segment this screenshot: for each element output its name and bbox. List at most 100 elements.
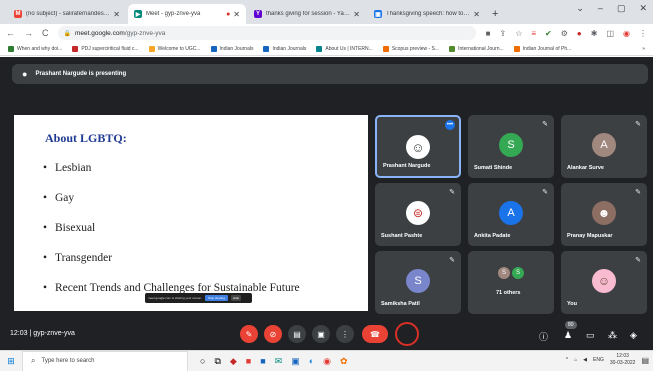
bookmark[interactable]: PDJ superciritical fluid c...: [72, 45, 139, 52]
bookmark[interactable]: Indian Journals: [210, 45, 253, 52]
bookmark-icon: [449, 45, 456, 52]
participant-tile[interactable]: ✎ ⊜ Sushant Pashte: [375, 183, 461, 246]
tab-strip: M (no subject) - salirafernandes21 ✕ ▶ M…: [0, 0, 653, 24]
present-button[interactable]: ▣: [312, 325, 330, 343]
bookmark[interactable]: Welcome to UGC...: [148, 45, 201, 52]
app-icon[interactable]: ■: [246, 356, 251, 367]
participant-tile[interactable]: ✎ S Sumati Shinde: [468, 115, 554, 178]
close-icon[interactable]: ✕: [473, 10, 480, 19]
avatar: A: [499, 201, 523, 225]
self-tile[interactable]: ✎ ☺ You: [561, 251, 647, 314]
tray-chevron-icon[interactable]: ^: [566, 357, 568, 363]
bookmark[interactable]: International Journ...: [449, 45, 504, 52]
more-options-icon[interactable]: •••: [445, 120, 455, 130]
chat-icon[interactable]: ▭: [586, 330, 595, 341]
tab-title: Thanksgiving speech: how to pr: [386, 11, 471, 17]
system-tray: ^ ⌂ ◀ ENG 12:03 30-03-2022 ▤: [566, 353, 649, 367]
taskbar-search[interactable]: ⌕ Type here to search: [22, 350, 188, 371]
maximize-icon[interactable]: ▢: [617, 3, 626, 14]
mic-off-button[interactable]: ✎: [240, 325, 258, 343]
leave-call-button[interactable]: ☎: [362, 325, 388, 343]
star-icon[interactable]: ☆: [515, 29, 522, 38]
bookmark[interactable]: Scopus preview - S...: [382, 45, 439, 52]
task-view-icon[interactable]: ⧉: [214, 356, 220, 367]
host-controls-icon[interactable]: ◈: [630, 330, 637, 341]
address-bar[interactable]: 🔒 meet.google.com/gyp-znve-yva: [57, 26, 476, 40]
activities-icon[interactable]: ⁂: [608, 330, 617, 341]
slide-title: About LGBTQ:: [45, 131, 127, 145]
sidepanel-icon[interactable]: ◫: [606, 29, 614, 38]
new-tab-button[interactable]: +: [492, 4, 498, 24]
people-icon[interactable]: ♟: [564, 330, 572, 341]
chrome-icon[interactable]: ◉: [323, 356, 331, 367]
others-tile[interactable]: S S 71 others: [468, 251, 554, 314]
bookmark[interactable]: When and why doi...: [8, 45, 62, 52]
bookmarks-bar: When and why doi... PDJ superciritical f…: [0, 42, 653, 56]
menu-icon[interactable]: ⋮: [639, 29, 647, 38]
slide-bullet: • Transgender: [43, 252, 113, 264]
lang-indicator[interactable]: ENG: [593, 357, 604, 363]
app-icon[interactable]: ▣: [291, 356, 300, 367]
captions-button[interactable]: ▤: [288, 325, 306, 343]
slide-bullet: • Bisexual: [43, 222, 96, 234]
clock[interactable]: 12:03 30-03-2022: [610, 353, 636, 367]
participant-tile[interactable]: ✎ ☻ Pranay Mapuskar: [561, 183, 647, 246]
participant-name: Alankar Surve: [567, 165, 604, 171]
app-icon[interactable]: ✉: [275, 356, 283, 367]
hide-button[interactable]: Hide: [230, 295, 242, 301]
avatar: ☺: [592, 269, 616, 293]
participant-tile[interactable]: ✎ S Samiksha Patil: [375, 251, 461, 314]
profile-icon[interactable]: ◉: [623, 29, 630, 38]
bookmark-icon: [8, 45, 14, 52]
puzzle-icon[interactable]: ✱: [591, 29, 598, 38]
participant-tile[interactable]: ••• ☺ Prashant Nargude: [375, 115, 461, 178]
extension-icon[interactable]: ≡: [531, 29, 536, 38]
notification-icon[interactable]: ▤: [641, 356, 649, 365]
network-icon[interactable]: ⌂: [574, 357, 577, 363]
tab-gmail[interactable]: M (no subject) - salirafernandes21 ✕: [8, 4, 126, 24]
cortana-icon[interactable]: ○: [200, 356, 205, 367]
close-icon[interactable]: ✕: [233, 10, 240, 19]
reload-icon[interactable]: C: [42, 28, 49, 38]
participant-name: Ankita Padate: [474, 233, 511, 239]
window-close-icon[interactable]: ✕: [639, 3, 647, 14]
share-icon[interactable]: ⇪: [499, 29, 506, 38]
camera-off-button[interactable]: ⊘: [264, 325, 282, 343]
record-indicator[interactable]: [395, 322, 419, 346]
forward-icon[interactable]: →: [24, 28, 33, 38]
bookmark-icon: [210, 45, 217, 52]
app-icon[interactable]: ✿: [340, 356, 348, 367]
app-icon[interactable]: ◆: [230, 356, 237, 367]
more-options-button[interactable]: ⋮: [336, 325, 354, 343]
info-icon[interactable]: ⓘ: [539, 330, 548, 343]
tab-search-icon[interactable]: ⌄: [576, 3, 584, 14]
bookmark[interactable]: About Us | INTERN...: [316, 45, 373, 52]
participant-name: Sumati Shinde: [474, 165, 513, 171]
extension-icon[interactable]: ⚙: [561, 29, 568, 38]
tab-yahoo[interactable]: Y thanks giving for session - Yahoo ✕: [248, 4, 366, 24]
extension-icon[interactable]: ●: [577, 29, 582, 38]
tray-date: 30-03-2022: [609, 360, 636, 366]
bookmark[interactable]: Indian Journals: [263, 45, 306, 52]
bookmark[interactable]: Indian Journal of Ph...: [513, 45, 571, 52]
back-icon[interactable]: ←: [6, 28, 15, 38]
volume-icon[interactable]: ◀: [583, 357, 587, 363]
close-icon[interactable]: ✕: [353, 10, 360, 19]
tray-time: 12:03: [616, 353, 629, 359]
windows-start-icon[interactable]: ⊞: [0, 356, 22, 367]
participant-tile[interactable]: ✎ A Ankita Padate: [468, 183, 554, 246]
camera-icon[interactable]: ■: [486, 29, 491, 38]
edge-icon[interactable]: ◐: [309, 356, 314, 367]
close-icon[interactable]: ✕: [113, 10, 120, 19]
more-bookmarks-icon[interactable]: »: [642, 46, 645, 52]
participant-tile[interactable]: ✎ A Alankar Surve: [561, 115, 647, 178]
tab-title: thanks giving for session - Yahoo: [266, 11, 351, 17]
tab-thanksgiving[interactable]: ▣ Thanksgiving speech: how to pr ✕: [368, 4, 486, 24]
tab-meet[interactable]: ▶ Meet - gyp-znve-yva ● ✕: [128, 4, 246, 24]
minimize-icon[interactable]: –: [598, 3, 603, 14]
stop-sharing-button[interactable]: Stop sharing: [205, 295, 228, 301]
app-icon[interactable]: ■: [260, 356, 265, 367]
participant-name: Sushant Pashte: [381, 233, 423, 239]
bookmark-label: International Journ...: [458, 45, 504, 52]
check-icon[interactable]: ✔: [545, 29, 552, 38]
